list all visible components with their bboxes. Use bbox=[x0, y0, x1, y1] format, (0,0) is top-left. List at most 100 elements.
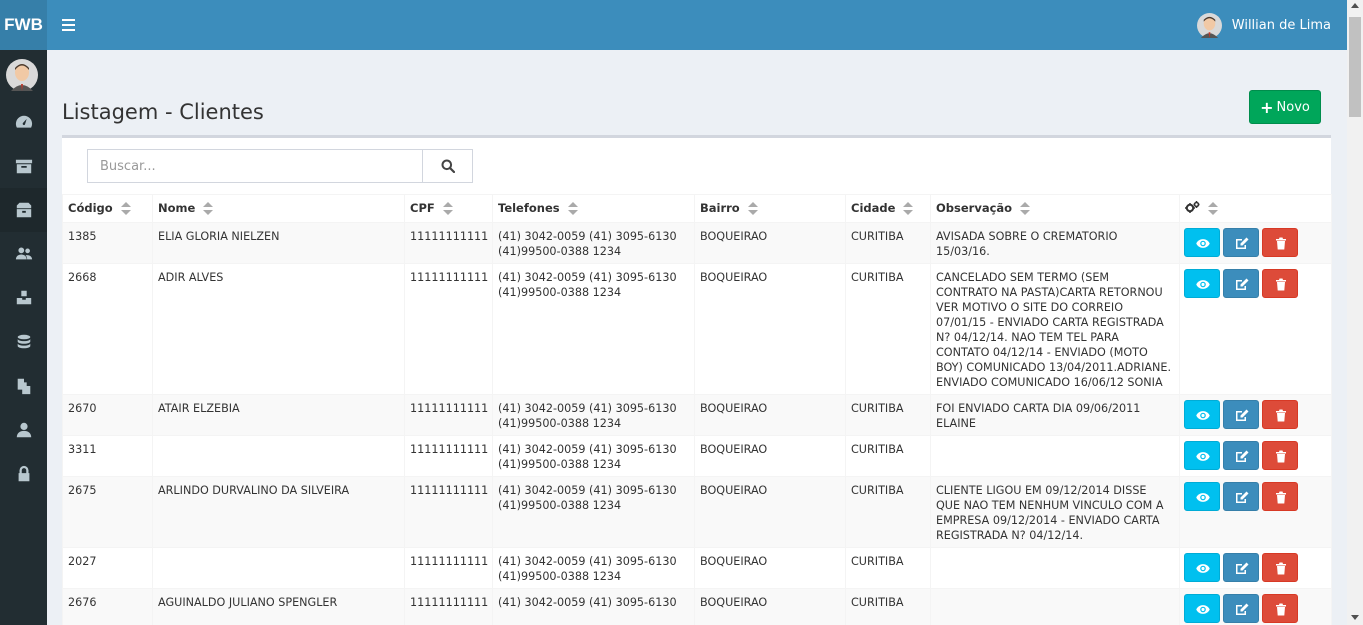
delete-button[interactable] bbox=[1262, 400, 1298, 429]
cell-bairro: BOQUEIRAO bbox=[694, 263, 846, 395]
sidebar-item-finance[interactable] bbox=[0, 320, 47, 364]
row-actions bbox=[1179, 394, 1332, 436]
sidebar bbox=[0, 50, 47, 625]
cell-codigo: 3311 bbox=[62, 435, 153, 477]
cell-nome: ELIA GLORIA NIELZEN bbox=[152, 222, 405, 264]
lock-icon bbox=[18, 465, 29, 482]
view-button[interactable] bbox=[1184, 441, 1220, 470]
cell-bairro: BOQUEIRAO bbox=[694, 394, 846, 436]
sidebar-item-users[interactable] bbox=[0, 232, 47, 276]
sidebar-item-products[interactable] bbox=[0, 276, 47, 320]
sidebar-item-archive[interactable] bbox=[0, 144, 47, 188]
sort-icon bbox=[442, 201, 453, 216]
cell-observacao bbox=[930, 435, 1180, 477]
column-header-observacao[interactable]: Observação bbox=[930, 194, 1180, 223]
table-row: 2670 ATAIR ELZEBIA 11111111111 (41) 3042-00… bbox=[62, 394, 1332, 436]
cell-telefones: (41) 3042-0059 (41) 3095-6130 (41)99500-… bbox=[492, 476, 695, 548]
cell-cidade: CURITIBA bbox=[845, 547, 931, 589]
column-header-nome[interactable]: Nome bbox=[152, 194, 405, 223]
search-button[interactable] bbox=[422, 149, 473, 183]
edit-button[interactable] bbox=[1223, 228, 1259, 257]
cell-telefones: (41) 3042-0059 (41) 3095-6130 (41)99500-… bbox=[492, 394, 695, 436]
gears-icon bbox=[1185, 200, 1200, 213]
table-row: 1385 ELIA GLORIA NIELZEN 11111111111 (41) 3… bbox=[62, 222, 1332, 264]
search-input[interactable] bbox=[87, 149, 422, 183]
sort-icon bbox=[1020, 201, 1031, 216]
row-actions bbox=[1179, 588, 1332, 625]
scroll-up-icon[interactable] bbox=[1351, 3, 1359, 8]
cell-telefones: (41) 3042-0059 (41) 3095-6130 (41)99500-… bbox=[492, 263, 695, 395]
sidebar-item-documents[interactable] bbox=[0, 364, 47, 408]
clients-box: Código Nome CPF Telefones Bairro Cidade … bbox=[62, 135, 1332, 625]
clients-table: Código Nome CPF Telefones Bairro Cidade … bbox=[62, 194, 1332, 625]
user-menu[interactable]: Willian de Lima bbox=[1196, 12, 1331, 38]
sort-icon bbox=[203, 201, 214, 216]
edit-button[interactable] bbox=[1223, 400, 1259, 429]
user-icon bbox=[16, 422, 31, 438]
cell-cidade: CURITIBA bbox=[845, 222, 931, 264]
column-header-telefones[interactable]: Telefones bbox=[492, 194, 695, 223]
delete-button[interactable] bbox=[1262, 228, 1298, 257]
sort-icon bbox=[903, 201, 914, 216]
edit-button[interactable] bbox=[1223, 482, 1259, 511]
cell-telefones: (41) 3042-0059 (41) 3095-6130 (41)99500-… bbox=[492, 547, 695, 589]
top-navbar: FWB Willian de Lima bbox=[0, 0, 1347, 50]
new-button-label: Novo bbox=[1276, 99, 1310, 115]
cell-cpf: 11111111111 bbox=[404, 547, 493, 589]
scroll-down-icon[interactable] bbox=[1351, 615, 1359, 620]
menu-toggle-icon[interactable] bbox=[58, 16, 78, 34]
view-button[interactable] bbox=[1184, 228, 1220, 257]
column-header-bairro[interactable]: Bairro bbox=[694, 194, 846, 223]
delete-button[interactable] bbox=[1262, 594, 1298, 623]
cell-bairro: BOQUEIRAO bbox=[694, 435, 846, 477]
column-header-codigo[interactable]: Código bbox=[62, 194, 153, 223]
app-logo[interactable]: FWB bbox=[0, 0, 47, 50]
delete-button[interactable] bbox=[1262, 269, 1298, 298]
table-row: 3311 11111111111 (41) 3042-0059 (41) 3095-… bbox=[62, 435, 1332, 477]
delete-button[interactable] bbox=[1262, 482, 1298, 511]
cell-cpf: 11111111111 bbox=[404, 222, 493, 264]
table-row: 2668 ADIR ALVES 11111111111 (41) 3042-0059 … bbox=[62, 263, 1332, 395]
cell-cpf: 11111111111 bbox=[404, 476, 493, 548]
cell-codigo: 2675 bbox=[62, 476, 153, 548]
sidebar-item-dashboard[interactable] bbox=[0, 100, 47, 144]
row-actions bbox=[1179, 263, 1332, 395]
new-client-button[interactable]: + Novo bbox=[1249, 90, 1321, 124]
edit-button[interactable] bbox=[1223, 553, 1259, 582]
edit-button[interactable] bbox=[1223, 594, 1259, 623]
cell-codigo: 2670 bbox=[62, 394, 153, 436]
delete-button[interactable] bbox=[1262, 553, 1298, 582]
cell-bairro: BOQUEIRAO bbox=[694, 547, 846, 589]
sidebar-item-clients[interactable] bbox=[0, 188, 47, 232]
delete-button[interactable] bbox=[1262, 441, 1298, 470]
view-button[interactable] bbox=[1184, 400, 1220, 429]
page-title: Listagem - Clientes bbox=[62, 100, 264, 124]
dropbox-icon bbox=[16, 202, 31, 218]
table-row: 2675 ARLINDO DURVALINO DA SILVEIRA 1111111… bbox=[62, 476, 1332, 548]
cell-cidade: CURITIBA bbox=[845, 476, 931, 548]
sidebar-item-profile[interactable] bbox=[0, 408, 47, 452]
cell-observacao: FOI ENVIADO CARTA DIA 09/06/2011 ELAINE bbox=[930, 394, 1180, 436]
sidebar-item-security[interactable] bbox=[0, 452, 47, 496]
row-actions bbox=[1179, 222, 1332, 264]
view-button[interactable] bbox=[1184, 269, 1220, 298]
cell-observacao: AVISADA SOBRE O CREMATORIO 15/03/16. bbox=[930, 222, 1180, 264]
edit-button[interactable] bbox=[1223, 441, 1259, 470]
scroll-thumb[interactable] bbox=[1349, 17, 1361, 117]
edit-button[interactable] bbox=[1223, 269, 1259, 298]
cell-nome: ARLINDO DURVALINO DA SILVEIRA bbox=[152, 476, 405, 548]
column-header-cpf[interactable]: CPF bbox=[404, 194, 493, 223]
view-button[interactable] bbox=[1184, 594, 1220, 623]
table-row: 2676 AGUINALDO JULIANO SPENGLER 1111111111… bbox=[62, 588, 1332, 625]
cell-cidade: CURITIBA bbox=[845, 263, 931, 395]
cell-cpf: 11111111111 bbox=[404, 263, 493, 395]
column-header-actions[interactable] bbox=[1179, 194, 1332, 223]
files-icon bbox=[17, 378, 30, 395]
view-button[interactable] bbox=[1184, 553, 1220, 582]
view-button[interactable] bbox=[1184, 482, 1220, 511]
table-header-row: Código Nome CPF Telefones Bairro Cidade … bbox=[62, 194, 1332, 223]
cell-nome bbox=[152, 547, 405, 589]
column-header-cidade[interactable]: Cidade bbox=[845, 194, 931, 223]
users-icon bbox=[15, 247, 32, 260]
page-scrollbar[interactable] bbox=[1347, 0, 1363, 625]
